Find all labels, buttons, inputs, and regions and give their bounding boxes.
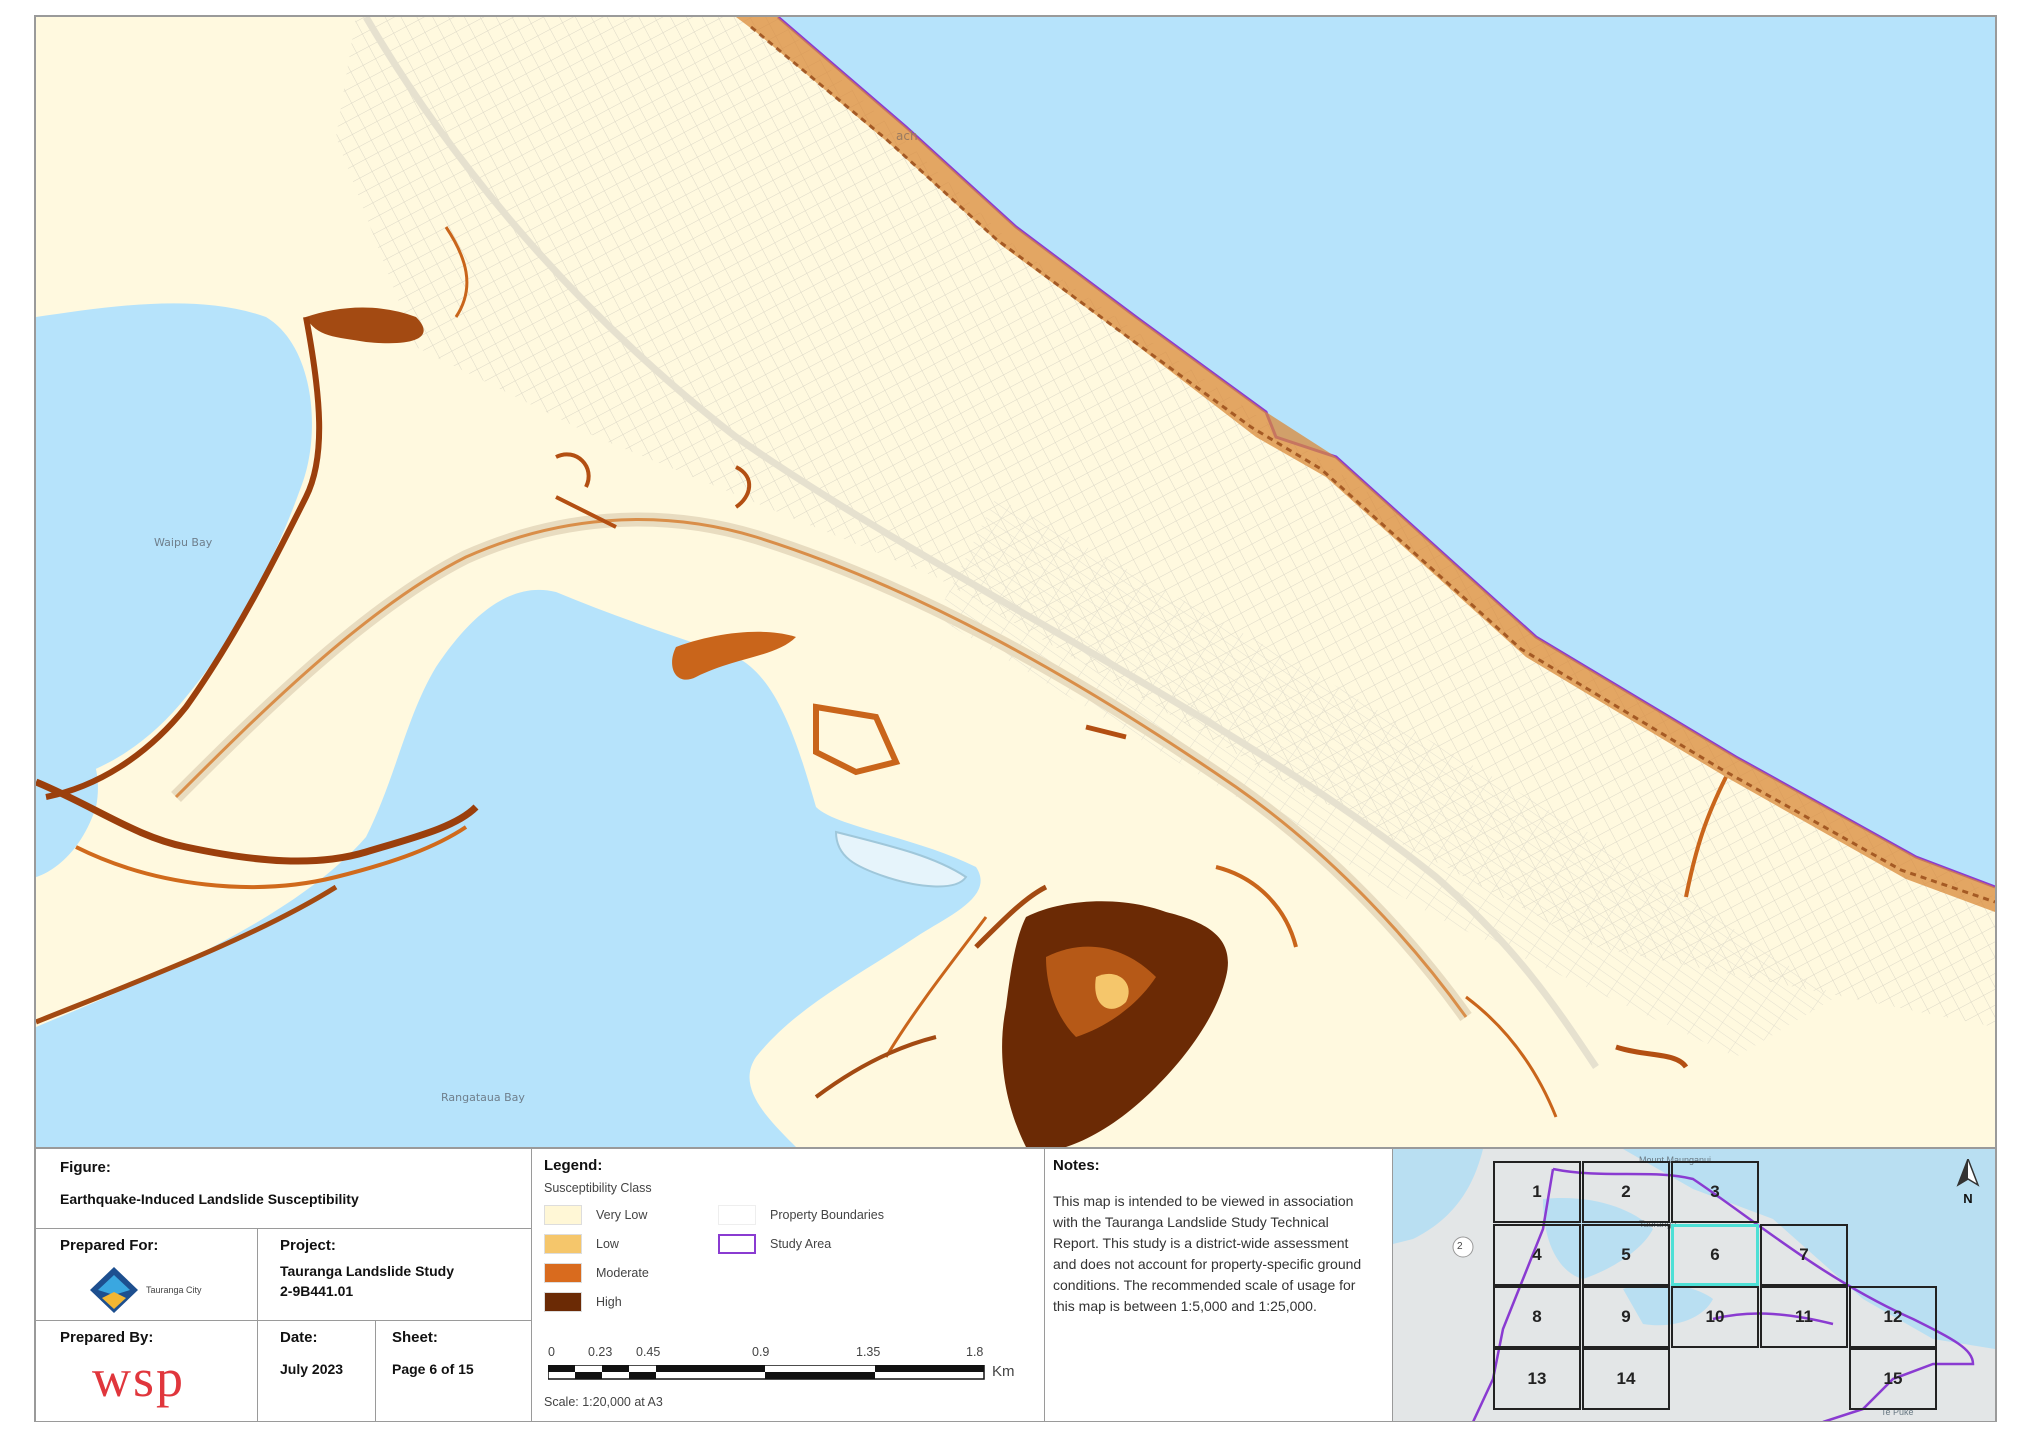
index-tile-11-label: 11 xyxy=(1795,1307,1813,1326)
north-label: N xyxy=(1963,1191,1973,1206)
legend-item-moderate: Moderate xyxy=(544,1263,649,1283)
index-tile-2-label: 2 xyxy=(1621,1182,1631,1201)
index-tile-4[interactable]: 4 xyxy=(1493,1224,1581,1286)
legend-item-study-area: Study Area xyxy=(718,1234,831,1254)
index-tile-6-label: 6 xyxy=(1710,1245,1720,1264)
scale-tick-1: 0.23 xyxy=(588,1345,613,1359)
index-tile-14-label: 14 xyxy=(1616,1369,1636,1388)
scale-tick-3: 0.9 xyxy=(752,1345,770,1359)
index-tile-9-label: 9 xyxy=(1621,1307,1631,1326)
swatch-study-area xyxy=(718,1234,756,1254)
index-road-shield-label: 2 xyxy=(1457,1241,1463,1252)
index-tile-4-label: 4 xyxy=(1532,1245,1542,1264)
wsp-logo: wsp xyxy=(92,1348,186,1408)
figure-label: Figure: xyxy=(60,1159,111,1176)
index-tile-13[interactable]: 13 xyxy=(1493,1348,1581,1410)
prepared-by-cell: Prepared By: wsp xyxy=(36,1321,258,1422)
legend-moderate-label: Moderate xyxy=(596,1266,649,1280)
legend-low-label: Low xyxy=(596,1237,619,1251)
index-tile-15-label: 15 xyxy=(1883,1369,1903,1388)
notes-label: Notes: xyxy=(1053,1157,1100,1174)
index-tile-8-label: 8 xyxy=(1532,1307,1542,1326)
legend-label: Legend: xyxy=(544,1157,603,1174)
index-tile-8[interactable]: 8 xyxy=(1493,1286,1581,1348)
project-number: 2-9B441.01 xyxy=(280,1283,354,1299)
index-tile-5[interactable]: 5 xyxy=(1582,1224,1670,1286)
index-tile-3-label: 3 xyxy=(1710,1182,1720,1201)
legend-very-low-label: Very Low xyxy=(596,1208,648,1222)
scale-text: Scale: 1:20,000 at A3 xyxy=(544,1395,663,1409)
index-tile-13-label: 13 xyxy=(1527,1369,1547,1388)
legend-subtitle: Susceptibility Class xyxy=(544,1181,652,1195)
swatch-very-low xyxy=(544,1205,582,1225)
sheet-label: Sheet: xyxy=(392,1329,438,1346)
index-tile-12-label: 12 xyxy=(1883,1307,1903,1326)
scale-tick-0: 0 xyxy=(548,1345,555,1359)
index-tile-12[interactable]: 12 xyxy=(1849,1286,1937,1348)
swatch-property-boundaries xyxy=(718,1205,756,1225)
index-tile-11[interactable]: 11 xyxy=(1760,1286,1848,1348)
index-tile-6-current[interactable]: 6 xyxy=(1671,1224,1759,1286)
index-tile-7[interactable]: 7 xyxy=(1760,1224,1848,1286)
north-arrow-icon xyxy=(1956,1156,1980,1187)
index-tile-2[interactable]: 2 xyxy=(1582,1161,1670,1223)
legend-property-boundaries-label: Property Boundaries xyxy=(770,1208,884,1222)
scale-bar: 0 0.23 0.45 0.9 1.35 1.8 Km xyxy=(548,1345,1015,1385)
index-tile-14[interactable]: 14 xyxy=(1582,1348,1670,1410)
index-tile-5-label: 5 xyxy=(1621,1245,1631,1264)
index-tile-10[interactable]: 10 xyxy=(1671,1286,1759,1348)
prepared-for-label: Prepared For: xyxy=(60,1237,159,1254)
legend-high-label: High xyxy=(596,1295,622,1309)
date-value: July 2023 xyxy=(280,1361,344,1377)
index-tile-3[interactable]: 3 xyxy=(1671,1161,1759,1223)
main-map[interactable]: Waipu Bay Rangataua Bay ach xyxy=(36,17,1995,1147)
place-label-waipu-bay: Waipu Bay xyxy=(154,536,213,549)
prepared-for-cell: Prepared For: Tauranga City xyxy=(36,1229,258,1321)
tauranga-logo-icon xyxy=(90,1267,138,1313)
sheet-cell: Sheet: Page 6 of 15 xyxy=(376,1321,532,1422)
map-canvas xyxy=(36,17,1995,1147)
swatch-moderate xyxy=(544,1263,582,1283)
project-label: Project: xyxy=(280,1237,336,1254)
scale-unit: Km xyxy=(992,1363,1015,1380)
date-cell: Date: July 2023 xyxy=(258,1321,376,1422)
beach-label: ach xyxy=(896,129,918,143)
figure-cell: Figure: Earthquake-Induced Landslide Sus… xyxy=(36,1149,532,1229)
legend-item-very-low: Very Low xyxy=(544,1205,647,1225)
project-name: Tauranga Landslide Study xyxy=(280,1263,454,1279)
figure-title: Earthquake-Induced Landslide Susceptibil… xyxy=(60,1191,359,1207)
scale-tick-4: 1.35 xyxy=(856,1345,881,1359)
legend-item-property-boundaries: Property Boundaries xyxy=(718,1205,884,1225)
swatch-high xyxy=(544,1292,582,1312)
notes-text: This map is intended to be viewed in ass… xyxy=(1053,1193,1362,1314)
index-tile-15[interactable]: 15 xyxy=(1849,1348,1937,1410)
sheet-value: Page 6 of 15 xyxy=(392,1361,474,1377)
index-tile-1-label: 1 xyxy=(1532,1182,1542,1201)
legend-item-low: Low xyxy=(544,1234,619,1254)
tauranga-city-logo: Tauranga City xyxy=(88,1265,202,1315)
scale-tick-2: 0.45 xyxy=(636,1345,661,1359)
swatch-low xyxy=(544,1234,582,1254)
legend-study-area-label: Study Area xyxy=(770,1237,832,1251)
scale-tick-5: 1.8 xyxy=(966,1345,984,1359)
title-block: Figure: Earthquake-Induced Landslide Sus… xyxy=(36,1147,1995,1422)
index-tile-10-label: 10 xyxy=(1705,1307,1725,1326)
map-sheet: Waipu Bay Rangataua Bay ach Figure: Eart… xyxy=(34,15,1997,1422)
legend-cell: Legend: Susceptibility Class Very Low Lo… xyxy=(532,1149,1045,1422)
index-tile-7-label: 7 xyxy=(1799,1245,1809,1264)
tauranga-logo-text: Tauranga City xyxy=(146,1285,202,1295)
index-map[interactable]: N Mount Maunganui Tauranga Te Puke 2 1 2… xyxy=(1393,1149,1995,1422)
scale-bar-graphic xyxy=(548,1365,985,1380)
north-arrow: N xyxy=(1953,1156,1983,1209)
legend-item-high: High xyxy=(544,1292,622,1312)
project-cell: Project: Tauranga Landslide Study 2-9B44… xyxy=(258,1229,532,1321)
index-tile-1[interactable]: 1 xyxy=(1493,1161,1581,1223)
prepared-by-label: Prepared By: xyxy=(60,1329,154,1346)
place-label-rangataua-bay: Rangataua Bay xyxy=(441,1091,525,1104)
date-label: Date: xyxy=(280,1329,318,1346)
notes-cell: Notes: This map is intended to be viewed… xyxy=(1045,1149,1393,1422)
index-tile-9[interactable]: 9 xyxy=(1582,1286,1670,1348)
